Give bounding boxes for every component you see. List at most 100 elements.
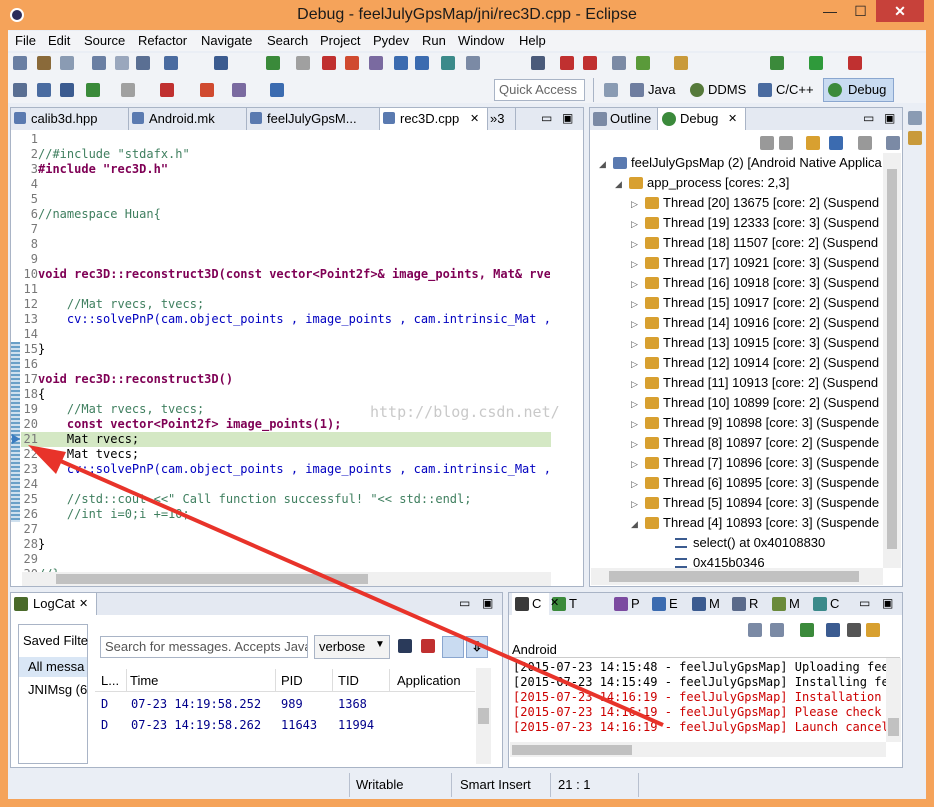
console-tab-4[interactable]: M (689, 593, 727, 615)
console-tool-icon-2[interactable] (800, 623, 814, 637)
toolbar-icon-25[interactable] (848, 56, 862, 70)
editor-tab-3[interactable]: rec3D.cpp ✕ (380, 108, 488, 130)
console-tab-icon (772, 597, 786, 611)
toolbar-icon-18[interactable] (560, 56, 574, 70)
console-tool-icon-0[interactable] (748, 623, 762, 637)
toolbar-icon-5[interactable] (136, 56, 150, 70)
console-tool-icon-1[interactable] (770, 623, 784, 637)
console-tab-icon (515, 597, 529, 611)
toolbar-icon-4[interactable] (115, 56, 129, 70)
log-cell-tid: 1368 (338, 697, 367, 711)
menu-refactor[interactable]: Refactor (138, 33, 187, 48)
toolbar-icon-20[interactable] (612, 56, 626, 70)
file-icon (14, 112, 26, 124)
menu-file[interactable]: File (15, 33, 36, 48)
log-column-header[interactable]: TID (338, 673, 359, 688)
log-cell-time: 07-23 14:19:58.252 (131, 697, 262, 711)
console-tab-close-icon[interactable]: ✕ (550, 596, 559, 609)
menu-source[interactable]: Source (84, 33, 125, 48)
menu-project[interactable]: Project (320, 33, 360, 48)
console-minimize-icon[interactable]: ▭ (859, 596, 870, 610)
log-column-header[interactable]: PID (281, 673, 303, 688)
toolbar-icon-row2-8[interactable] (270, 83, 284, 97)
log-column-header[interactable]: Application (397, 673, 461, 688)
toolbar-icon-10[interactable] (322, 56, 336, 70)
tab-close-icon[interactable]: ✕ (470, 108, 479, 130)
console-tab-label: M (789, 596, 800, 611)
debug-tool-icon-0[interactable] (760, 136, 774, 150)
toolbar-icon-17[interactable] (531, 56, 545, 70)
toolbar-icon-15[interactable] (441, 56, 455, 70)
log-column-header[interactable]: Time (130, 673, 158, 688)
toolbar-icon-3[interactable] (92, 56, 106, 70)
debug-tool-icon-2[interactable] (806, 136, 820, 150)
file-icon (132, 112, 144, 124)
console-tab-2[interactable]: P (611, 593, 649, 615)
menu-run[interactable]: Run (422, 33, 446, 48)
menu-window[interactable]: Window (458, 33, 504, 48)
toolbar-icon-24[interactable] (809, 56, 823, 70)
toolbar-icon-22[interactable] (674, 56, 688, 70)
toolbar-icon-row2-0[interactable] (13, 83, 27, 97)
console-tab-icon (614, 597, 628, 611)
console-tab-7[interactable]: C (810, 593, 848, 615)
console-tab-0[interactable]: C (512, 593, 549, 615)
toolbar-icon-1[interactable] (37, 56, 51, 70)
console-maximize-icon[interactable]: ▣ (882, 596, 893, 610)
console-tool-icon-3[interactable] (826, 623, 840, 637)
toolbar-icon-2[interactable] (60, 56, 74, 70)
editor-tab-0[interactable]: calib3d.hpp (11, 108, 129, 130)
menu-pydev[interactable]: Pydev (373, 33, 409, 48)
menu-help[interactable]: Help (519, 33, 546, 48)
toolbar-icon-0[interactable] (13, 56, 27, 70)
toolbar-icon-row2-7[interactable] (232, 83, 246, 97)
console-tab-3[interactable]: E (649, 593, 687, 615)
console-tab-label: M (709, 596, 720, 611)
editor-tab-label: calib3d.hpp (31, 111, 98, 126)
toolbar-icon-16[interactable] (466, 56, 480, 70)
toolbar-icon-row2-6[interactable] (200, 83, 214, 97)
toolbar-icon-8[interactable] (266, 56, 280, 70)
column-divider (126, 669, 127, 691)
editor-tab-label: feelJulyGpsM... (267, 111, 357, 126)
toolbar-icon-row2-5[interactable] (160, 83, 174, 97)
editor-tab-4[interactable]: »3 (486, 108, 516, 130)
menu-navigate[interactable]: Navigate (201, 33, 252, 48)
debug-tool-icon-3[interactable] (829, 136, 843, 150)
toolbar-icon-23[interactable] (770, 56, 784, 70)
console-tab-icon (652, 597, 666, 611)
console-tab-label: E (669, 596, 678, 611)
file-icon (250, 112, 262, 124)
toolbar-icon-12[interactable] (369, 56, 383, 70)
editor-tab-label: »3 (490, 111, 505, 126)
editor-tab-label: Android.mk (149, 111, 215, 126)
toolbar-icon-6[interactable] (164, 56, 178, 70)
debug-tool-icon-1[interactable] (779, 136, 793, 150)
toolbar-icon-11[interactable] (345, 56, 359, 70)
console-tool-icon-4[interactable] (847, 623, 861, 637)
toolbar-icon-row2-2[interactable] (60, 83, 74, 97)
log-cell-l: D (101, 718, 109, 732)
toolbar-icon-19[interactable] (583, 56, 597, 70)
console-tab-5[interactable]: R (729, 593, 767, 615)
console-tool-icon-5[interactable] (866, 623, 880, 637)
debug-tool-icon-4[interactable] (858, 136, 872, 150)
console-tab-icon (813, 597, 827, 611)
toolbar-icon-row2-3[interactable] (86, 83, 100, 97)
toolbar-icon-row2-4[interactable] (121, 83, 135, 97)
toolbar-icon-21[interactable] (636, 56, 650, 70)
toolbar-icon-7[interactable] (214, 56, 228, 70)
toolbar-icon-13[interactable] (394, 56, 408, 70)
toolbar-icon-9[interactable] (296, 56, 310, 70)
menu-edit[interactable]: Edit (48, 33, 70, 48)
log-column-header[interactable]: L... (101, 673, 119, 688)
debug-tool-icon-5[interactable] (886, 136, 900, 150)
editor-tab-1[interactable]: Android.mk (129, 108, 247, 130)
editor-tab-label: rec3D.cpp (400, 111, 460, 126)
menu-search[interactable]: Search (267, 33, 308, 48)
toolbar-icon-14[interactable] (415, 56, 429, 70)
console-tab-6[interactable]: M (769, 593, 807, 615)
log-cell-pid: 11643 (281, 718, 318, 732)
editor-tab-2[interactable]: feelJulyGpsM... (247, 108, 380, 130)
toolbar-icon-row2-1[interactable] (37, 83, 51, 97)
